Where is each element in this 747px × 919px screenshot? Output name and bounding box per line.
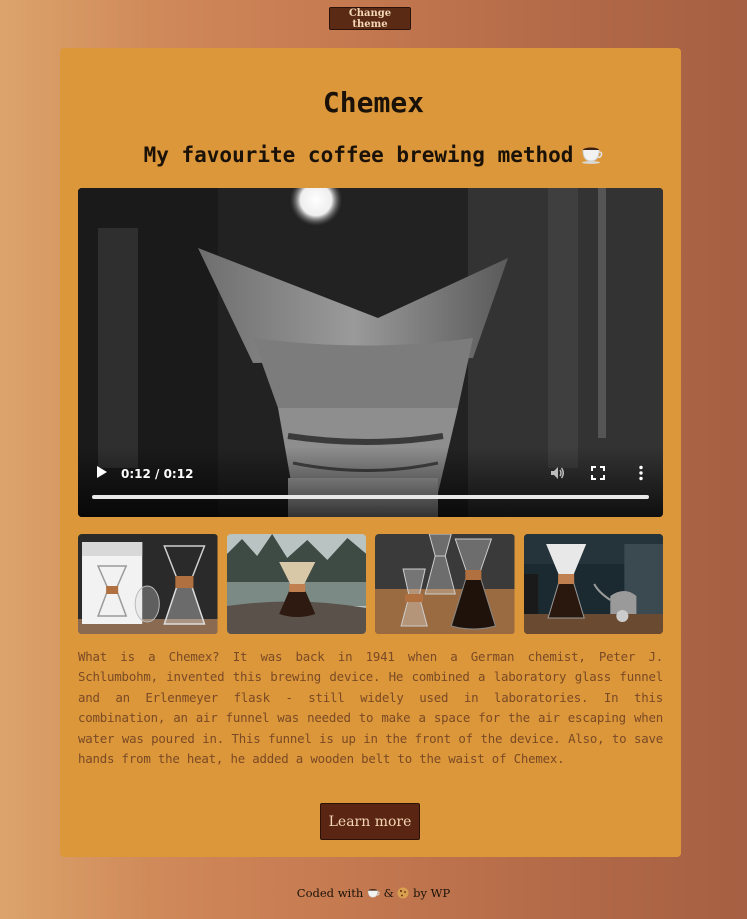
coffee-cup-icon <box>367 887 380 902</box>
footer-ampersand: & <box>383 886 394 900</box>
video-controls <box>78 447 663 517</box>
page-subtitle: My favourite coffee brewing method <box>0 143 747 169</box>
footer: Coded with & by WP <box>0 886 747 902</box>
play-icon[interactable] <box>96 465 108 479</box>
page-title: Chemex <box>322 86 425 119</box>
video-time: 0:12 / 0:12 <box>121 467 194 481</box>
gallery-image-chemex-box[interactable] <box>78 534 218 634</box>
video-progress-bar[interactable] <box>92 495 649 499</box>
coffee-cup-icon <box>581 144 603 169</box>
cookie-icon <box>397 887 409 902</box>
video-player[interactable]: 0:12 / 0:12 <box>78 188 663 517</box>
subtitle-text: My favourite coffee brewing method <box>143 143 574 167</box>
change-theme-button[interactable]: Change theme <box>329 7 411 30</box>
footer-suffix: by WP <box>413 886 451 900</box>
gallery-image-barista[interactable] <box>523 534 663 634</box>
more-options-icon[interactable] <box>637 465 645 481</box>
fullscreen-icon[interactable] <box>591 466 605 480</box>
learn-more-button[interactable]: Learn more <box>320 803 420 840</box>
chemex-description: What is a Chemex? It was back in 1941 wh… <box>78 649 663 767</box>
volume-icon[interactable] <box>549 465 565 481</box>
gallery-image-chemex-lake[interactable] <box>226 534 366 634</box>
gallery-image-chemex-table[interactable] <box>375 534 515 634</box>
footer-prefix: Coded with <box>296 886 364 900</box>
image-gallery <box>78 534 663 634</box>
